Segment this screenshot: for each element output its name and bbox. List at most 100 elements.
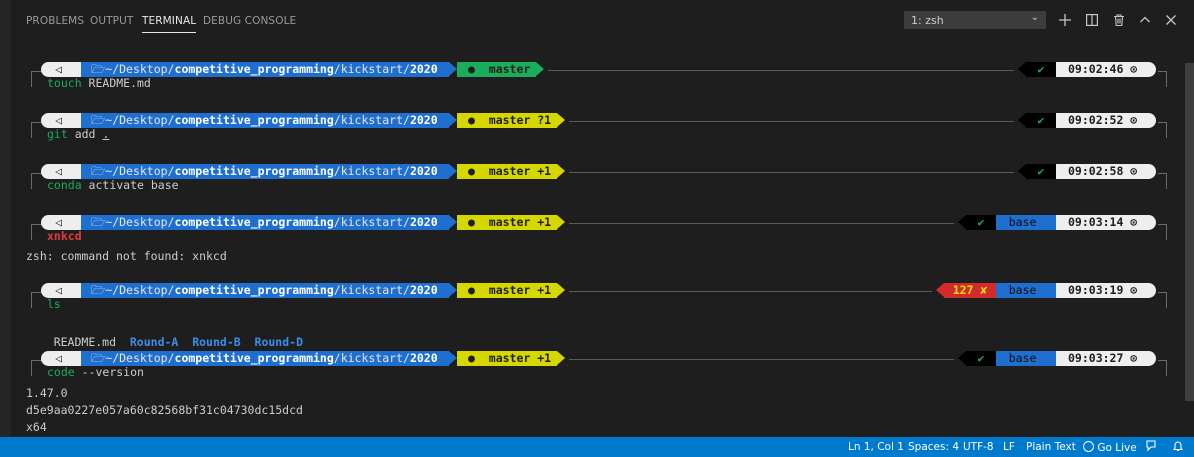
prompt-icon: ◁	[55, 164, 62, 178]
tab-problems[interactable]: PROBLEMS	[26, 15, 84, 27]
os-segment: ◁	[41, 113, 81, 128]
error-output: zsh: command not found: xnkcd	[26, 249, 227, 263]
trash-icon[interactable]	[1111, 12, 1127, 28]
path-sep: /kickstart/	[333, 62, 410, 76]
path-dir: 2020	[409, 164, 438, 178]
prompt-filler-line	[569, 172, 1014, 173]
prompt-frame-right	[1158, 224, 1167, 240]
git-branch: master +1	[481, 164, 552, 178]
folder-icon: 🗁	[91, 283, 106, 297]
exit-status: ✔	[977, 215, 985, 229]
ls-file: README.md	[53, 335, 117, 349]
github-icon: ●	[468, 164, 482, 178]
go-live-label: Go Live	[1097, 442, 1137, 454]
path-segment: 🗁~/Desktop/competitive_programming/kicks…	[81, 283, 449, 298]
segment-arrow	[449, 215, 457, 229]
ls-dir: Round-B	[192, 335, 241, 349]
command-args: activate base	[81, 178, 179, 192]
tab-output[interactable]: OUTPUT	[90, 15, 133, 27]
terminal-select[interactable]: 1: zsh ⌄	[904, 11, 1046, 29]
plus-icon[interactable]	[1057, 12, 1073, 28]
prompt-filler-line	[548, 70, 1014, 71]
command-line[interactable]: xnkcd	[47, 229, 82, 244]
ls-output: README.md Round-A Round-B Round-D	[26, 317, 303, 368]
prompt-row: ◁ 🗁~/Desktop/competitive_programming/kick…	[11, 282, 1194, 311]
command-line[interactable]: touch README.md	[47, 76, 151, 91]
os-segment: ◁	[41, 164, 81, 179]
tab-debug-console[interactable]: DEBUG CONSOLE	[203, 15, 296, 27]
encoding[interactable]: UTF-8	[963, 441, 994, 453]
git-branch: master +1	[481, 283, 552, 297]
split-icon[interactable]	[1084, 12, 1100, 28]
path-dir: 2020	[409, 351, 438, 365]
git-segment: ● master +1	[457, 283, 557, 298]
timestamp: 09:03:14 ⊙	[1068, 215, 1138, 229]
panel-tabs: PROBLEMS OUTPUT TERMINAL DEBUG CONSOLE 1…	[11, 6, 1194, 36]
command-line[interactable]: ls	[47, 297, 61, 312]
github-icon: ●	[468, 215, 482, 229]
conda-env: base	[1008, 215, 1044, 229]
go-live-button[interactable]: Go Live	[1083, 441, 1137, 454]
path-sep: /kickstart/	[333, 164, 410, 178]
path-dir: competitive_programming	[174, 62, 334, 76]
git-segment: ● master	[457, 62, 536, 77]
folder-icon: 🗁	[91, 113, 106, 127]
os-segment: ◁	[41, 215, 81, 230]
command-line[interactable]: git add .	[47, 127, 109, 142]
command-name: git	[47, 127, 68, 141]
ls-dir: Round-D	[254, 335, 303, 349]
prompt-filler-line	[569, 291, 932, 292]
exit-status: ✔	[1037, 164, 1045, 178]
chevron-up-icon[interactable]	[1137, 12, 1153, 28]
time-segment: 09:02:52 ⊙	[1056, 113, 1156, 128]
end-of-line[interactable]: LF	[1003, 441, 1015, 453]
folder-icon: 🗁	[91, 62, 106, 76]
prompt-filler-line	[569, 223, 954, 224]
path-prefix: ~/Desktop/	[105, 62, 175, 76]
path-prefix: ~/Desktop/	[105, 283, 175, 297]
path-dir: 2020	[409, 283, 438, 297]
exit-status-segment: ✔	[1026, 62, 1056, 77]
github-icon: ●	[468, 62, 482, 76]
segment-arrow	[449, 283, 457, 297]
path-segment: 🗁~/Desktop/competitive_programming/kicks…	[81, 164, 449, 179]
cursor-position[interactable]: Ln 1, Col 1	[848, 441, 904, 453]
path-dir: 2020	[409, 62, 438, 76]
exit-status: ✔	[977, 351, 985, 365]
prompt-frame-right	[1158, 292, 1167, 308]
terminal-scrollbar[interactable]	[1185, 63, 1194, 401]
editor-gutter	[0, 0, 11, 437]
os-segment: ◁	[41, 283, 81, 298]
segment-arrow	[449, 113, 457, 127]
git-branch: master	[481, 62, 531, 76]
path-dir: competitive_programming	[174, 113, 334, 127]
conda-env: base	[1008, 351, 1044, 365]
command-line[interactable]: conda activate base	[47, 178, 179, 193]
git-segment: ● master +1	[457, 351, 557, 366]
segment-arrow	[557, 351, 565, 365]
os-segment: ◁	[41, 62, 81, 77]
git-branch: master +1	[481, 215, 552, 229]
indentation[interactable]: Spaces: 4	[908, 441, 959, 453]
git-branch: master +1	[481, 351, 552, 365]
segment-arrow	[557, 283, 565, 297]
prompt-row: ◁ 🗁~/Desktop/competitive_programming/kick…	[11, 214, 1194, 243]
timestamp: 09:02:58 ⊙	[1068, 164, 1138, 178]
segment-arrow	[958, 351, 966, 365]
timestamp: 09:02:52 ⊙	[1068, 113, 1138, 127]
tab-terminal[interactable]: TERMINAL	[142, 15, 197, 33]
prompt-icon: ◁	[55, 113, 62, 127]
status-bar: Ln 1, Col 1 Spaces: 4 UTF-8 LF Plain Tex…	[0, 437, 1194, 457]
segment-arrow	[1018, 164, 1026, 178]
path-sep: /kickstart/	[333, 283, 410, 297]
close-icon[interactable]	[1163, 12, 1179, 28]
prompt-row: ◁ 🗁~/Desktop/competitive_programming/kick…	[11, 61, 1194, 90]
feedback-icon[interactable]	[1146, 440, 1158, 455]
path-dir: 2020	[409, 215, 438, 229]
prompt-frame-right	[1158, 360, 1167, 376]
bell-icon[interactable]	[1172, 440, 1184, 455]
command-args: README.md	[81, 76, 151, 90]
language-mode[interactable]: Plain Text	[1026, 441, 1076, 453]
terminal-panel: PROBLEMS OUTPUT TERMINAL DEBUG CONSOLE 1…	[11, 6, 1194, 437]
git-segment: ● master +1	[457, 215, 557, 230]
